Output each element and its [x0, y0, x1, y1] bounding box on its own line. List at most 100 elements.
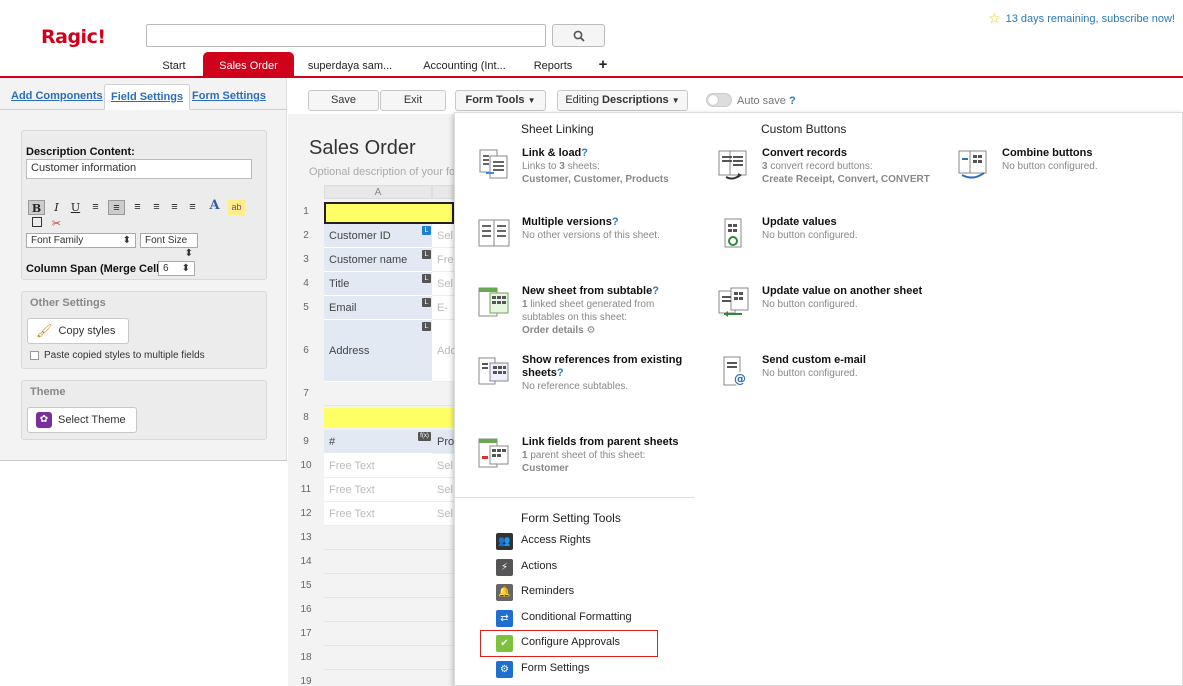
tab-reports[interactable]: Reports	[523, 52, 583, 76]
form-title[interactable]: Sales Order	[309, 137, 416, 160]
form-tools-button[interactable]: Form Tools ▼	[455, 90, 546, 111]
empty-cell[interactable]	[324, 670, 454, 686]
copy-styles-button[interactable]: 🖌 Copy styles	[27, 318, 129, 344]
ragic-logo[interactable]: Ragic!	[41, 26, 106, 48]
row-number[interactable]: 13	[288, 526, 324, 550]
tab-form-settings[interactable]: Form Settings	[186, 84, 272, 110]
row-number[interactable]: 12	[288, 502, 324, 526]
exit-button[interactable]: Exit	[380, 90, 446, 111]
row-number[interactable]: 17	[288, 622, 324, 646]
trial-text[interactable]: 13 days remaining, subscribe now!	[1006, 13, 1175, 25]
subtable-cell[interactable]: Free Text	[324, 454, 432, 478]
search-button[interactable]	[552, 24, 605, 47]
field-value[interactable]: Sel	[432, 272, 454, 296]
auto-save-toggle[interactable]	[706, 93, 732, 107]
actions-item[interactable]: ⚡ Actions	[496, 558, 557, 576]
key-field-badge[interactable]: L	[422, 226, 431, 235]
reminders-item[interactable]: 🔔 Reminders	[496, 583, 574, 601]
field-label[interactable]: Email	[324, 296, 432, 320]
field-value[interactable]: E-m	[432, 296, 454, 320]
italic-button[interactable]: I	[48, 200, 65, 215]
empty-cell[interactable]	[324, 622, 454, 646]
row-number[interactable]: 5	[288, 296, 324, 320]
row-number[interactable]: 6	[288, 320, 324, 382]
row-number[interactable]: 3	[288, 248, 324, 272]
outdent-icon[interactable]: ≡	[166, 200, 183, 215]
row-number[interactable]: 15	[288, 574, 324, 598]
form-description[interactable]: Optional description of your form	[309, 166, 454, 178]
trial-notice[interactable]: ☆ 13 days remaining, subscribe now!	[988, 10, 1175, 27]
field-label[interactable]: Customer name	[324, 248, 432, 272]
field-value[interactable]: Fre	[432, 248, 454, 272]
field-value[interactable]: Sel	[432, 224, 454, 248]
header-cell-selected[interactable]	[324, 202, 454, 224]
row-number[interactable]: 11	[288, 478, 324, 502]
field-value[interactable]: Sel	[432, 454, 454, 478]
header-cell[interactable]	[324, 408, 454, 428]
column-header-b[interactable]	[432, 185, 454, 199]
justify-icon[interactable]: ≡	[148, 200, 165, 215]
tab-accounting[interactable]: Accounting (Int...	[406, 52, 523, 76]
empty-cell[interactable]	[324, 574, 454, 598]
subtable-cell[interactable]: Free Text	[324, 502, 432, 526]
tab-field-settings[interactable]: Field Settings	[104, 84, 191, 110]
empty-cell[interactable]	[324, 526, 454, 550]
font-color-icon[interactable]: A	[206, 198, 223, 213]
row-number[interactable]: 9	[288, 430, 324, 454]
font-family-select[interactable]: Font Family ⬍	[26, 233, 136, 248]
align-right-icon[interactable]: ≡	[129, 200, 146, 215]
description-input[interactable]: Customer information	[26, 159, 252, 179]
tab-sales-order[interactable]: Sales Order	[203, 52, 294, 76]
underline-button[interactable]: U	[67, 200, 84, 215]
row-number[interactable]: 19	[288, 670, 324, 686]
empty-cell[interactable]	[324, 382, 454, 406]
conditional-formatting-item[interactable]: ⇄ Conditional Formatting	[496, 609, 632, 627]
layout-badge[interactable]: L	[422, 298, 431, 307]
access-rights-item[interactable]: 👥 Access Rights	[496, 532, 591, 550]
help-icon[interactable]: ?	[789, 95, 796, 107]
field-label[interactable]: #	[324, 430, 432, 454]
column-span-select[interactable]: 6 ⬍	[158, 261, 195, 276]
row-number[interactable]: 14	[288, 550, 324, 574]
align-center-icon[interactable]: ≡	[108, 200, 125, 215]
border-icon[interactable]	[28, 217, 45, 232]
field-value[interactable]: Add	[432, 320, 454, 382]
select-theme-button[interactable]: ✿ Select Theme	[27, 407, 137, 433]
indent-icon[interactable]: ≡	[184, 200, 201, 215]
font-size-select[interactable]: Font Size ⬍	[140, 233, 198, 259]
tab-add-components[interactable]: Add Components	[5, 84, 109, 110]
field-label[interactable]: Title	[324, 272, 432, 296]
save-button[interactable]: Save	[308, 90, 379, 111]
layout-badge[interactable]: L	[422, 322, 431, 331]
paste-styles-option[interactable]: Paste copied styles to multiple fields	[30, 350, 205, 361]
field-label[interactable]: Address	[324, 320, 432, 382]
layout-badge[interactable]: L	[422, 250, 431, 259]
row-number[interactable]: 8	[288, 406, 324, 430]
tab-superdaya[interactable]: superdaya sam...	[294, 52, 406, 76]
field-value[interactable]: Pro	[432, 430, 454, 454]
row-number[interactable]: 7	[288, 382, 324, 406]
row-number[interactable]: 2	[288, 224, 324, 248]
tab-start[interactable]: Start	[145, 52, 203, 76]
row-number[interactable]: 4	[288, 272, 324, 296]
row-number[interactable]: 16	[288, 598, 324, 622]
row-number[interactable]: 18	[288, 646, 324, 670]
field-value[interactable]: Sel	[432, 502, 454, 526]
editing-mode-button[interactable]: Editing Descriptions ▼	[557, 90, 688, 111]
align-left-icon[interactable]: ≡	[87, 200, 104, 215]
column-header-a[interactable]: A	[324, 185, 432, 199]
row-number[interactable]: 10	[288, 454, 324, 478]
field-value[interactable]: Sel	[432, 478, 454, 502]
search-input[interactable]	[146, 24, 546, 47]
bold-button[interactable]: B	[28, 200, 45, 215]
layout-badge[interactable]: L	[422, 274, 431, 283]
add-tab-button[interactable]: +	[583, 52, 623, 76]
empty-cell[interactable]	[324, 646, 454, 670]
paste-styles-checkbox[interactable]	[30, 351, 39, 360]
highlight-color-icon[interactable]: ab	[228, 200, 245, 215]
row-number[interactable]: 1	[288, 200, 324, 224]
subtable-cell[interactable]: Free Text	[324, 478, 432, 502]
field-label[interactable]: Customer ID	[324, 224, 432, 248]
clear-format-icon[interactable]: ✂	[48, 217, 65, 232]
empty-cell[interactable]	[324, 598, 454, 622]
